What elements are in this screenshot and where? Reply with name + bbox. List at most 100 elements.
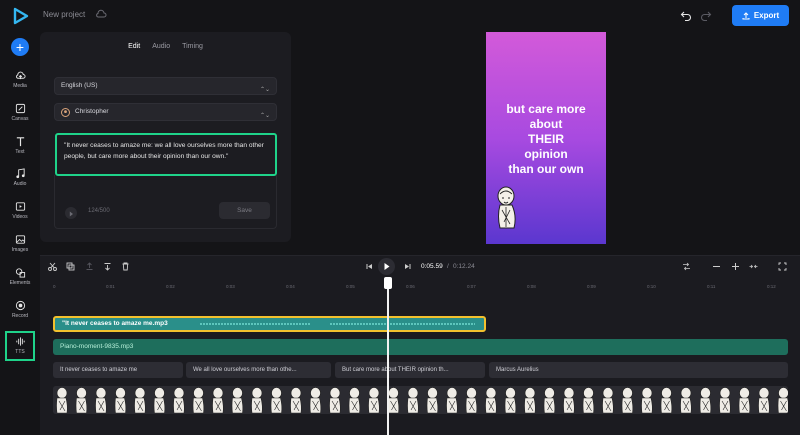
ruler-tick: 0 — [53, 284, 56, 289]
sidebar-item-label: Record — [11, 313, 29, 319]
timeline-ruler[interactable]: 0 0:01 0:02 0:03 0:04 0:05 0:06 0:07 0:0… — [40, 282, 800, 294]
clip-label: It never ceases to amaze me — [60, 367, 138, 373]
music-audio-clip[interactable]: Piano-moment-9835.mp3 — [53, 339, 788, 355]
language-value: English (US) — [61, 82, 98, 89]
timeline-toolbar: 0:05.59 / 0:12.24 — [40, 256, 800, 278]
current-time: 0:05.59 — [421, 263, 443, 270]
fullscreen-icon[interactable] — [778, 262, 787, 271]
zoom-out-icon[interactable] — [712, 262, 721, 271]
play-button[interactable] — [378, 258, 395, 275]
tts-input-footer: 124/500 Save — [54, 175, 277, 229]
undo-icon[interactable] — [680, 9, 692, 21]
ruler-tick: 0:06 — [406, 284, 415, 289]
sidebar-item-text[interactable]: Text — [0, 136, 40, 166]
chevron-updown-icon: ⌃⌄ — [259, 113, 270, 119]
tts-icon — [15, 337, 25, 346]
sidebar-item-label: Images — [11, 247, 29, 253]
marcus-aurelius-bust-sticker[interactable] — [495, 186, 519, 231]
duplicate-icon[interactable] — [66, 262, 75, 271]
export-label: Export — [753, 11, 780, 20]
skip-back-icon[interactable] — [365, 262, 374, 271]
send-backward-icon[interactable] — [103, 262, 112, 271]
ruler-tick: 0:09 — [587, 284, 596, 289]
ruler-tick: 0:03 — [226, 284, 235, 289]
character-counter: 124/500 — [88, 208, 110, 214]
timeline: 0:05.59 / 0:12.24 0 0:01 0:02 0:03 0:04 … — [40, 255, 800, 435]
tab-timing[interactable]: Timing — [182, 43, 203, 50]
add-button[interactable]: + — [11, 38, 29, 56]
preview-play-button[interactable] — [65, 207, 77, 219]
video-preview-canvas[interactable]: but care more about THEIR opinion than o… — [486, 32, 606, 244]
redo-icon[interactable] — [700, 9, 712, 21]
export-button[interactable]: Export — [732, 5, 789, 26]
sidebar-item-videos[interactable]: Videos — [0, 201, 40, 231]
clip-label: We all love ourselves more than othe... — [193, 367, 297, 373]
voice-avatar-icon — [61, 108, 70, 117]
shapes-icon — [15, 268, 25, 278]
ruler-tick: 0:10 — [647, 284, 656, 289]
tab-edit[interactable]: Edit — [128, 43, 140, 50]
play-icon — [384, 263, 390, 270]
sidebar-item-label: TTS — [15, 349, 25, 355]
project-title[interactable]: New project — [43, 10, 85, 19]
playhead-handle[interactable] — [384, 277, 392, 289]
skip-forward-icon[interactable] — [403, 262, 412, 271]
text-clip[interactable]: It never ceases to amaze me — [53, 362, 183, 378]
zoom-in-icon[interactable] — [731, 262, 740, 271]
sidebar-item-record[interactable]: Record — [0, 300, 40, 330]
ruler-tick: 0:01 — [106, 284, 115, 289]
fit-timeline-icon[interactable] — [749, 262, 758, 271]
sidebar-item-label: Media — [13, 83, 27, 89]
canvas-icon — [15, 103, 25, 114]
top-bar: New project Export — [0, 0, 800, 32]
ruler-tick: 0:07 — [467, 284, 476, 289]
voice-value: Christopher — [75, 108, 109, 115]
sidebar-item-images[interactable]: Images — [0, 234, 40, 264]
ruler-tick: 0:08 — [527, 284, 536, 289]
ruler-tick: 0:05 — [346, 284, 355, 289]
caption-line: but care more — [506, 102, 586, 116]
play-icon — [69, 211, 73, 217]
save-button[interactable]: Save — [219, 202, 270, 219]
image-clip-track[interactable] — [53, 386, 788, 414]
tab-audio[interactable]: Audio — [152, 43, 170, 50]
record-icon — [15, 300, 25, 311]
music-note-icon — [15, 168, 25, 179]
ruler-tick: 0:02 — [166, 284, 175, 289]
caption-line: than our own — [508, 162, 584, 176]
voice-select[interactable]: Christopher ⌃⌄ — [54, 103, 277, 121]
text-clip[interactable]: We all love ourselves more than othe... — [186, 362, 331, 378]
ruler-tick: 0:12 — [767, 284, 776, 289]
sidebar-item-tts[interactable]: TTS — [5, 331, 35, 361]
text-icon — [16, 137, 24, 147]
sidebar-item-canvas[interactable]: Canvas — [0, 103, 40, 133]
text-clip[interactable]: But care more about THEIR opinion th... — [335, 362, 485, 378]
waveform-icon — [200, 323, 475, 325]
sidebar-item-label: Elements — [9, 280, 31, 286]
bring-forward-icon[interactable] — [85, 262, 94, 271]
ruler-tick: 0:11 — [707, 284, 716, 289]
panel-tabs: Edit Audio Timing — [40, 43, 291, 50]
trash-icon[interactable] — [121, 262, 130, 271]
sidebar-item-elements[interactable]: Elements — [0, 267, 40, 297]
language-select[interactable]: English (US) ⌃⌄ — [54, 77, 277, 95]
sidebar-item-media[interactable]: Media — [0, 70, 40, 100]
scissors-icon[interactable] — [48, 262, 57, 271]
tts-text-input[interactable]: "It never ceases to amaze me: we all lov… — [55, 133, 277, 176]
sidebar-item-audio[interactable]: Audio — [0, 168, 40, 198]
total-time: 0:12.24 — [453, 263, 475, 270]
bust-thumbnail-strip — [53, 386, 788, 414]
chevron-updown-icon: ⌃⌄ — [259, 87, 270, 93]
text-clip[interactable]: Marcus Aurelius — [489, 362, 788, 378]
clip-label: But care more about THEIR opinion th... — [342, 367, 449, 373]
app-logo-icon[interactable] — [12, 7, 30, 25]
upload-icon — [742, 11, 750, 19]
cloud-upload-icon — [15, 71, 26, 80]
split-view-icon[interactable] — [682, 262, 691, 271]
time-separator: / — [447, 263, 449, 270]
playhead[interactable] — [387, 277, 389, 435]
sidebar-item-label: Videos — [12, 214, 28, 220]
tts-audio-clip[interactable]: "It never ceases to amaze me.mp3 — [53, 316, 486, 332]
caption-line: THEIR — [528, 132, 564, 146]
tts-editor-panel: Edit Audio Timing English (US) ⌃⌄ Christ… — [40, 32, 291, 242]
